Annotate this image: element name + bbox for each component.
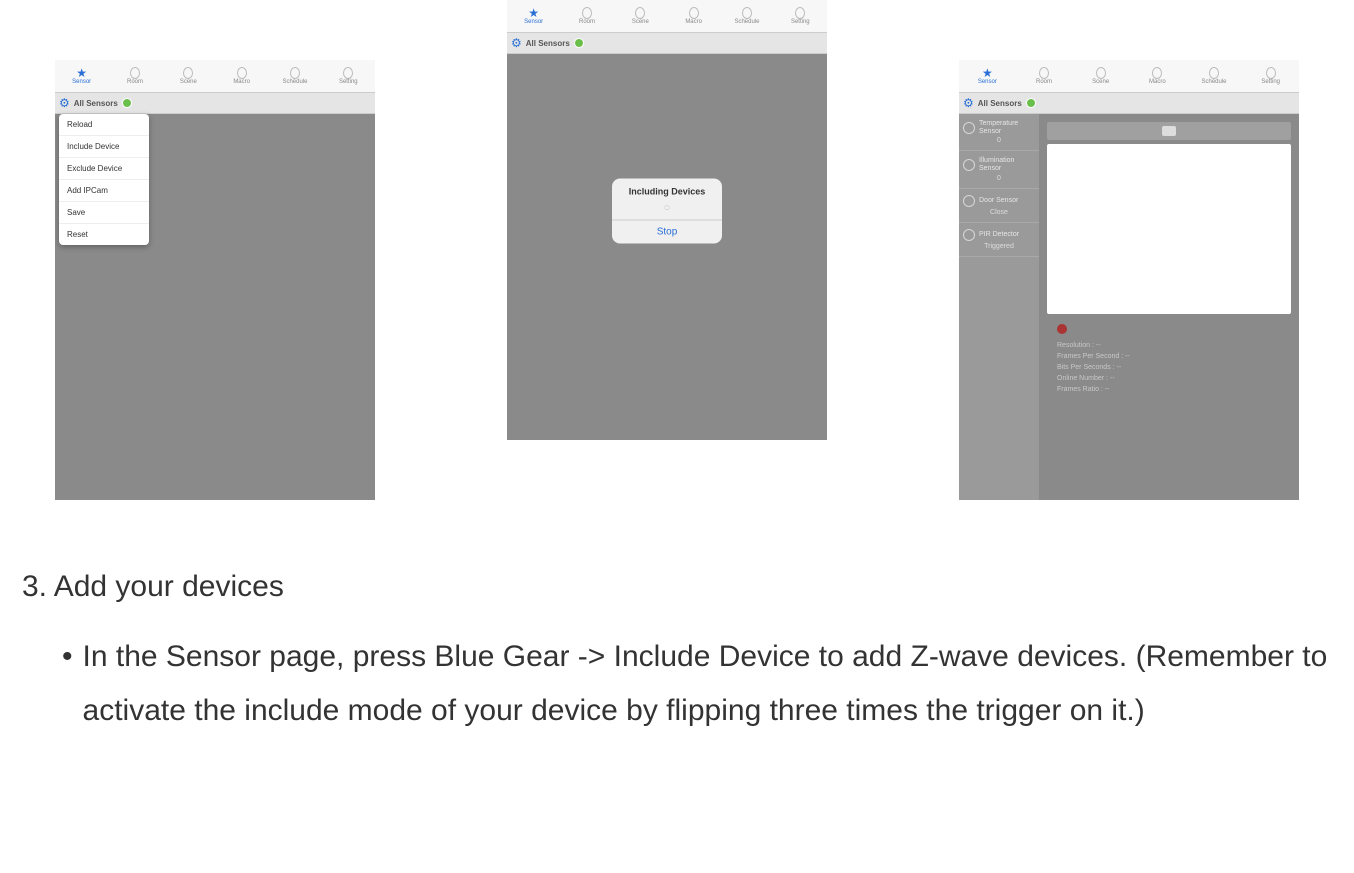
menu-include-device[interactable]: Include Device: [59, 136, 149, 158]
tab-sensor[interactable]: ★ Sensor: [959, 60, 1016, 92]
sensor-header-title: All Sensors: [526, 39, 570, 48]
camera-header: [1047, 122, 1291, 140]
screenshot-camera: ★ Sensor Room Scene Macro Schedule Se: [959, 60, 1299, 500]
sidebar-item-temperature[interactable]: Temperature Sensor 0: [959, 114, 1039, 151]
stat-ratio: Frames Ratio : --: [1057, 384, 1291, 395]
stop-button[interactable]: Stop: [612, 220, 722, 244]
menu-reset[interactable]: Reset: [59, 224, 149, 245]
star-icon: ★: [982, 68, 993, 78]
sensor-header: ⚙ All Sensors: [507, 33, 827, 54]
sensor-header-title: All Sensors: [978, 99, 1022, 108]
gear-dropdown: Reload Include Device Exclude Device Add…: [59, 114, 149, 245]
bullet-marker: •: [62, 630, 73, 738]
tab-setting[interactable]: Setting: [322, 60, 375, 92]
home-icon: [130, 67, 140, 79]
camera-panel: Resolution : -- Frames Per Second : -- B…: [1039, 114, 1299, 500]
tab-room[interactable]: Room: [108, 60, 161, 92]
sidebar-item-door[interactable]: Door Sensor Close: [959, 189, 1039, 223]
setting-icon: [1266, 67, 1276, 79]
including-modal: Including Devices ◌ Stop: [612, 179, 722, 244]
tab-macro[interactable]: Macro: [1129, 60, 1186, 92]
macro-icon: [1152, 67, 1162, 79]
tab-bar: ★ Sensor Room Scene Macro Schedule Se: [55, 60, 375, 93]
door-icon: [963, 195, 975, 207]
tab-setting[interactable]: Setting: [774, 0, 827, 32]
menu-exclude-device[interactable]: Exclude Device: [59, 158, 149, 180]
schedule-icon: [1209, 67, 1219, 79]
status-dot-icon: [1026, 98, 1036, 108]
menu-add-ipcam[interactable]: Add IPCam: [59, 180, 149, 202]
record-icon: [1057, 324, 1067, 334]
stat-bps: Bits Per Seconds : --: [1057, 362, 1291, 373]
menu-save[interactable]: Save: [59, 202, 149, 224]
instructions-block: 3. Add your devices • In the Sensor page…: [0, 500, 1354, 738]
step-heading: 3. Add your devices: [22, 570, 1354, 604]
tab-bar: ★ Sensor Room Scene Macro Schedule Se: [959, 60, 1299, 93]
status-dot-icon: [122, 98, 132, 108]
light-icon: [963, 159, 975, 171]
gear-icon[interactable]: ⚙: [59, 96, 70, 110]
gear-icon[interactable]: ⚙: [511, 36, 522, 50]
modal-title: Including Devices: [612, 179, 722, 201]
sensor-header-title: All Sensors: [74, 99, 118, 108]
sidebar-item-illumination[interactable]: Illumination Sensor 0: [959, 151, 1039, 188]
stat-resolution: Resolution : --: [1057, 340, 1291, 351]
stat-online: Online Number : --: [1057, 373, 1291, 384]
tab-macro[interactable]: Macro: [667, 0, 720, 32]
schedule-icon: [742, 7, 752, 19]
spinner-icon: ◌: [612, 201, 722, 220]
tab-macro[interactable]: Macro: [215, 60, 268, 92]
tab-sensor[interactable]: ★ Sensor: [55, 60, 108, 92]
tab-sensor[interactable]: ★ Sensor: [507, 0, 560, 32]
scene-icon: [635, 7, 645, 19]
tab-scene[interactable]: Scene: [614, 0, 667, 32]
camera-icon: [1162, 126, 1176, 136]
macro-icon: [237, 67, 247, 79]
sensor-sidebar: Temperature Sensor 0 Illumination Sensor…: [959, 114, 1039, 500]
tab-bar: ★ Sensor Room Scene Macro Schedule Se: [507, 0, 827, 33]
tab-room[interactable]: Room: [560, 0, 613, 32]
tab-schedule[interactable]: Schedule: [720, 0, 773, 32]
sidebar-item-pir[interactable]: PIR Detector Triggered: [959, 223, 1039, 257]
tab-schedule[interactable]: Schedule: [268, 60, 321, 92]
star-icon: ★: [76, 68, 87, 78]
screenshot-including: ★ Sensor Room Scene Macro Schedule Se: [507, 0, 827, 440]
home-icon: [1039, 67, 1049, 79]
home-icon: [582, 7, 592, 19]
camera-view[interactable]: [1047, 144, 1291, 314]
star-icon: ★: [528, 8, 539, 18]
motion-icon: [963, 229, 975, 241]
sensor-header: ⚙ All Sensors: [959, 93, 1299, 114]
tab-room[interactable]: Room: [1016, 60, 1073, 92]
tab-setting[interactable]: Setting: [1242, 60, 1299, 92]
macro-icon: [689, 7, 699, 19]
setting-icon: [343, 67, 353, 79]
status-dot-icon: [574, 38, 584, 48]
setting-icon: [795, 7, 805, 19]
tab-scene[interactable]: Scene: [1072, 60, 1129, 92]
scene-icon: [1096, 67, 1106, 79]
screenshot-menu: ★ Sensor Room Scene Macro Schedule Se: [55, 60, 375, 500]
temp-icon: [963, 122, 975, 134]
tab-scene[interactable]: Scene: [162, 60, 215, 92]
camera-stats: Resolution : -- Frames Per Second : -- B…: [1047, 340, 1291, 395]
tab-schedule[interactable]: Schedule: [1186, 60, 1243, 92]
sensor-header: ⚙ All Sensors: [55, 93, 375, 114]
scene-icon: [183, 67, 193, 79]
schedule-icon: [290, 67, 300, 79]
gear-icon[interactable]: ⚙: [963, 96, 974, 110]
menu-reload[interactable]: Reload: [59, 114, 149, 136]
stat-fps: Frames Per Second : --: [1057, 351, 1291, 362]
bullet-text: In the Sensor page, press Blue Gear -> I…: [83, 630, 1342, 738]
